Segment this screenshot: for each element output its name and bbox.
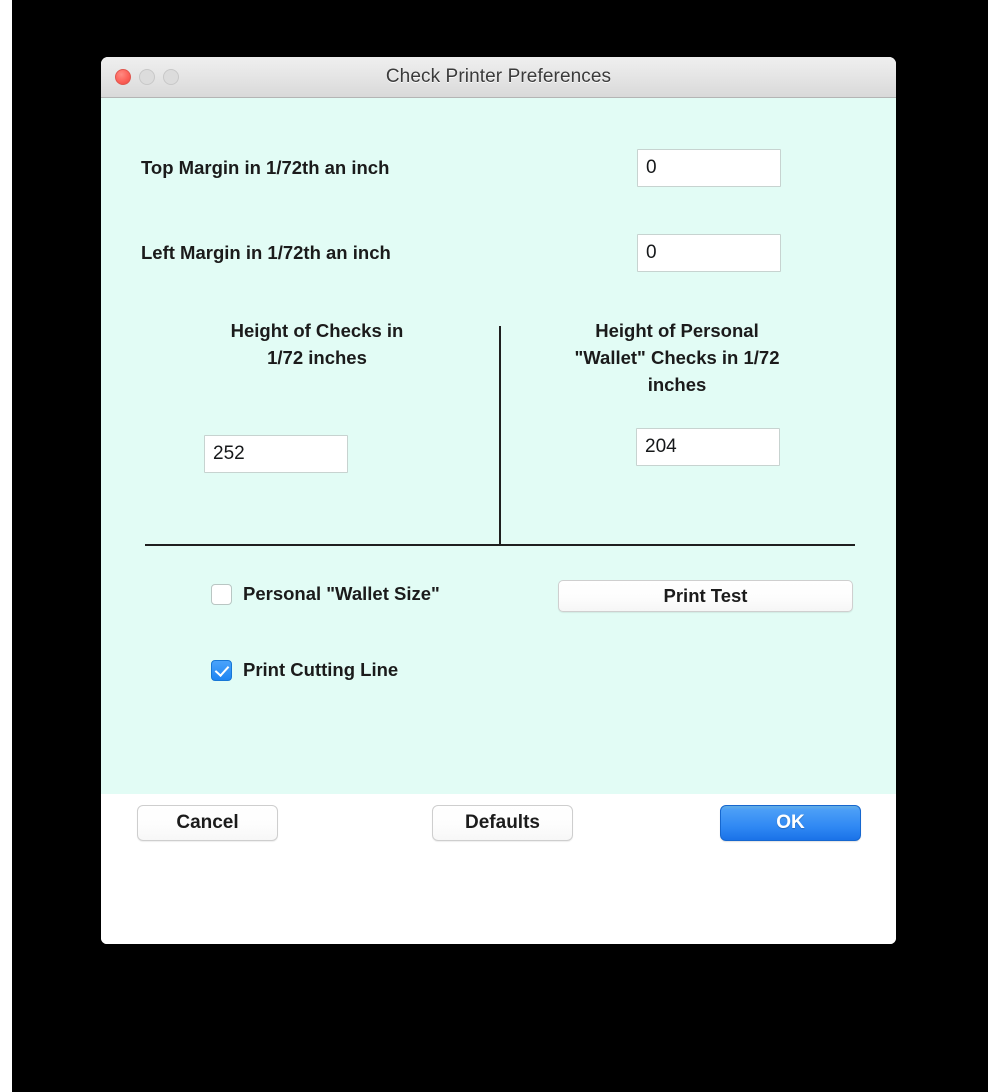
top-margin-row: Top Margin in 1/72th an inch 0 bbox=[101, 149, 896, 187]
close-button-icon[interactable] bbox=[115, 69, 131, 85]
wallet-height-heading-line2: "Wallet" Checks in 1/72 bbox=[574, 346, 780, 368]
left-margin-row: Left Margin in 1/72th an inch 0 bbox=[101, 234, 896, 272]
print-cutting-line-checkbox-row[interactable]: Print Cutting Line bbox=[211, 659, 398, 681]
zoom-button-icon bbox=[163, 69, 179, 85]
wallet-height-heading-line1: Height of Personal bbox=[595, 320, 759, 341]
screen: Check Printer Preferences Top Margin in … bbox=[0, 0, 1000, 1092]
window-titlebar[interactable]: Check Printer Preferences bbox=[101, 57, 896, 98]
print-cutting-line-checkbox-label: Print Cutting Line bbox=[243, 659, 399, 680]
print-cutting-line-checkbox-icon[interactable] bbox=[211, 659, 232, 681]
vertical-divider bbox=[499, 326, 501, 545]
check-height-heading-line1: Height of Checks in bbox=[230, 320, 404, 341]
defaults-button[interactable]: Defaults bbox=[432, 805, 573, 841]
check-height-heading: Height of Checks in 1/72 inches bbox=[145, 318, 489, 372]
minimize-button-icon bbox=[139, 69, 155, 85]
cancel-button[interactable]: Cancel bbox=[137, 805, 278, 841]
left-margin-label: Left Margin in 1/72th an inch bbox=[141, 242, 391, 263]
check-height-column: Height of Checks in 1/72 inches 252 bbox=[145, 318, 489, 473]
top-margin-label: Top Margin in 1/72th an inch bbox=[141, 157, 390, 178]
check-height-heading-line2: 1/72 inches bbox=[267, 346, 367, 368]
wallet-height-heading-line3: inches bbox=[647, 373, 707, 395]
check-height-input[interactable]: 252 bbox=[204, 434, 348, 473]
top-margin-input[interactable]: 0 bbox=[637, 149, 781, 187]
check-printer-preferences-window: Check Printer Preferences Top Margin in … bbox=[101, 57, 896, 944]
left-margin-input[interactable]: 0 bbox=[637, 234, 781, 272]
wallet-height-input[interactable]: 204 bbox=[636, 428, 780, 467]
dialog-footer: Cancel Defaults OK bbox=[101, 794, 896, 944]
horizontal-divider bbox=[145, 544, 855, 546]
wallet-height-heading: Height of Personal "Wallet" Checks in 1/… bbox=[505, 318, 849, 398]
wallet-size-checkbox-row[interactable]: Personal "Wallet Size" bbox=[211, 583, 440, 605]
ok-button[interactable]: OK bbox=[720, 805, 861, 841]
preferences-panel: Top Margin in 1/72th an inch 0 Left Marg… bbox=[101, 98, 896, 794]
window-controls bbox=[115, 57, 179, 97]
wallet-size-checkbox-icon[interactable] bbox=[211, 583, 232, 605]
wallet-height-column: Height of Personal "Wallet" Checks in 1/… bbox=[505, 318, 849, 467]
print-test-button[interactable]: Print Test bbox=[558, 580, 853, 612]
window-title: Check Printer Preferences bbox=[385, 66, 612, 87]
wallet-size-checkbox-label: Personal "Wallet Size" bbox=[243, 583, 440, 604]
